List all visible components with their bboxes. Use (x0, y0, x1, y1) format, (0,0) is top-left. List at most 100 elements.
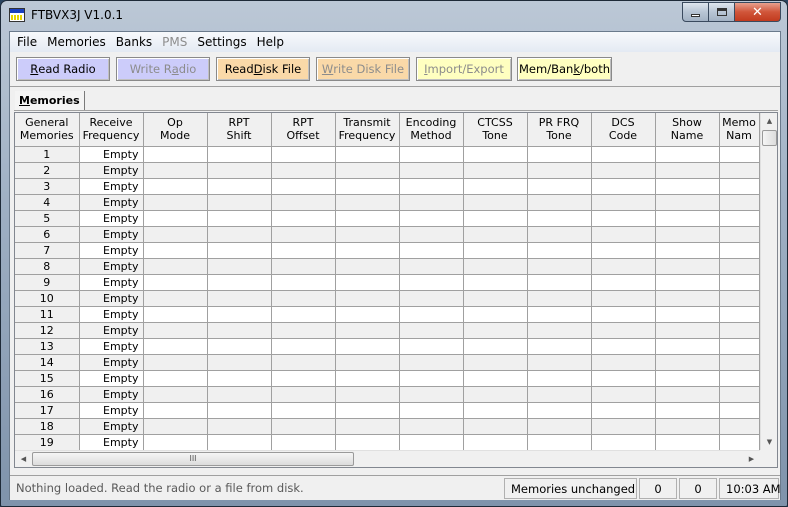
grid-cell[interactable] (527, 418, 592, 435)
grid-cell[interactable] (143, 386, 208, 403)
grid-cell[interactable] (399, 402, 464, 419)
menu-banks[interactable]: Banks (111, 32, 157, 52)
grid-cell[interactable] (335, 162, 400, 179)
column-header[interactable]: Memo Nam (719, 113, 760, 147)
grid-cell[interactable] (591, 418, 656, 435)
grid-cell[interactable] (143, 242, 208, 259)
memories-grid[interactable]: General Memories Receive Frequency Op Mode RPT… (14, 112, 778, 468)
receive-frequency-cell[interactable]: Empty (79, 370, 144, 387)
grid-cell[interactable] (463, 354, 528, 371)
grid-cell[interactable] (655, 146, 720, 163)
scroll-down-icon[interactable]: ▼ (761, 434, 777, 451)
row-number[interactable]: 18 (15, 418, 80, 435)
row-number[interactable]: 3 (15, 178, 80, 195)
row-number[interactable]: 2 (15, 162, 80, 179)
grid-cell[interactable] (719, 418, 760, 435)
grid-cell[interactable] (207, 338, 272, 355)
grid-cell[interactable] (271, 258, 336, 275)
grid-cell[interactable] (271, 146, 336, 163)
grid-cell[interactable] (271, 338, 336, 355)
receive-frequency-cell[interactable]: Empty (79, 306, 144, 323)
grid-cell[interactable] (207, 210, 272, 227)
scroll-right-icon[interactable]: ▶ (743, 451, 760, 467)
grid-cell[interactable] (655, 194, 720, 211)
app-icon[interactable] (9, 8, 25, 22)
grid-cell[interactable] (271, 306, 336, 323)
grid-cell[interactable] (591, 386, 656, 403)
table-row[interactable]: 16 Empty (15, 386, 760, 403)
grid-cell[interactable] (719, 258, 760, 275)
grid-cell[interactable] (527, 354, 592, 371)
grid-cell[interactable] (271, 274, 336, 291)
grid-cell[interactable] (719, 178, 760, 195)
table-row[interactable]: 14 Empty (15, 354, 760, 371)
receive-frequency-cell[interactable]: Empty (79, 290, 144, 307)
grid-cell[interactable] (719, 306, 760, 323)
read-radio-button[interactable]: Read Radio (16, 57, 110, 81)
grid-cell[interactable] (463, 258, 528, 275)
grid-cell[interactable] (335, 338, 400, 355)
grid-cell[interactable] (655, 370, 720, 387)
grid-cell[interactable] (399, 370, 464, 387)
row-number[interactable]: 8 (15, 258, 80, 275)
column-header[interactable]: Show Name (655, 113, 720, 147)
grid-cell[interactable] (655, 242, 720, 259)
row-number[interactable]: 12 (15, 322, 80, 339)
grid-cell[interactable] (527, 306, 592, 323)
grid-cell[interactable] (399, 258, 464, 275)
grid-cell[interactable] (591, 210, 656, 227)
grid-cell[interactable] (527, 370, 592, 387)
grid-cell[interactable] (271, 386, 336, 403)
receive-frequency-cell[interactable]: Empty (79, 274, 144, 291)
row-number[interactable]: 11 (15, 306, 80, 323)
grid-cell[interactable] (335, 226, 400, 243)
grid-cell[interactable] (399, 386, 464, 403)
grid-cell[interactable] (399, 418, 464, 435)
grid-cell[interactable] (271, 434, 336, 451)
grid-cell[interactable] (271, 354, 336, 371)
row-number[interactable]: 6 (15, 226, 80, 243)
grid-cell[interactable] (335, 194, 400, 211)
menu-file[interactable]: File (12, 32, 42, 52)
grid-cell[interactable] (463, 226, 528, 243)
grid-cell[interactable] (527, 242, 592, 259)
grid-cell[interactable] (719, 210, 760, 227)
grid-cell[interactable] (271, 210, 336, 227)
grid-cell[interactable] (527, 178, 592, 195)
grid-cell[interactable] (527, 322, 592, 339)
grid-cell[interactable] (399, 194, 464, 211)
grid-cell[interactable] (207, 194, 272, 211)
grid-cell[interactable] (527, 290, 592, 307)
grid-cell[interactable] (719, 370, 760, 387)
grid-cell[interactable] (143, 338, 208, 355)
row-number[interactable]: 4 (15, 194, 80, 211)
grid-cell[interactable] (463, 194, 528, 211)
grid-cell[interactable] (335, 322, 400, 339)
grid-cell[interactable] (719, 290, 760, 307)
grid-cell[interactable] (463, 338, 528, 355)
grid-cell[interactable] (207, 306, 272, 323)
column-header[interactable]: Op Mode (143, 113, 208, 147)
column-header[interactable]: CTCSS Tone (463, 113, 528, 147)
grid-cell[interactable] (335, 274, 400, 291)
row-number[interactable]: 1 (15, 146, 80, 163)
grid-cell[interactable] (335, 306, 400, 323)
grid-cell[interactable] (463, 322, 528, 339)
grid-cell[interactable] (335, 290, 400, 307)
grid-cell[interactable] (591, 242, 656, 259)
grid-cell[interactable] (143, 194, 208, 211)
grid-cell[interactable] (335, 210, 400, 227)
receive-frequency-cell[interactable]: Empty (79, 386, 144, 403)
scroll-left-icon[interactable]: ◀ (15, 451, 32, 467)
grid-cell[interactable] (591, 434, 656, 451)
receive-frequency-cell[interactable]: Empty (79, 194, 144, 211)
grid-cell[interactable] (207, 258, 272, 275)
grid-cell[interactable] (143, 290, 208, 307)
write-radio-button[interactable]: Write Ra dio (116, 57, 210, 81)
table-row[interactable]: 18 Empty (15, 418, 760, 435)
grid-cell[interactable] (399, 146, 464, 163)
grid-cell[interactable] (207, 146, 272, 163)
grid-cell[interactable] (463, 146, 528, 163)
grid-cell[interactable] (463, 162, 528, 179)
grid-cell[interactable] (527, 274, 592, 291)
